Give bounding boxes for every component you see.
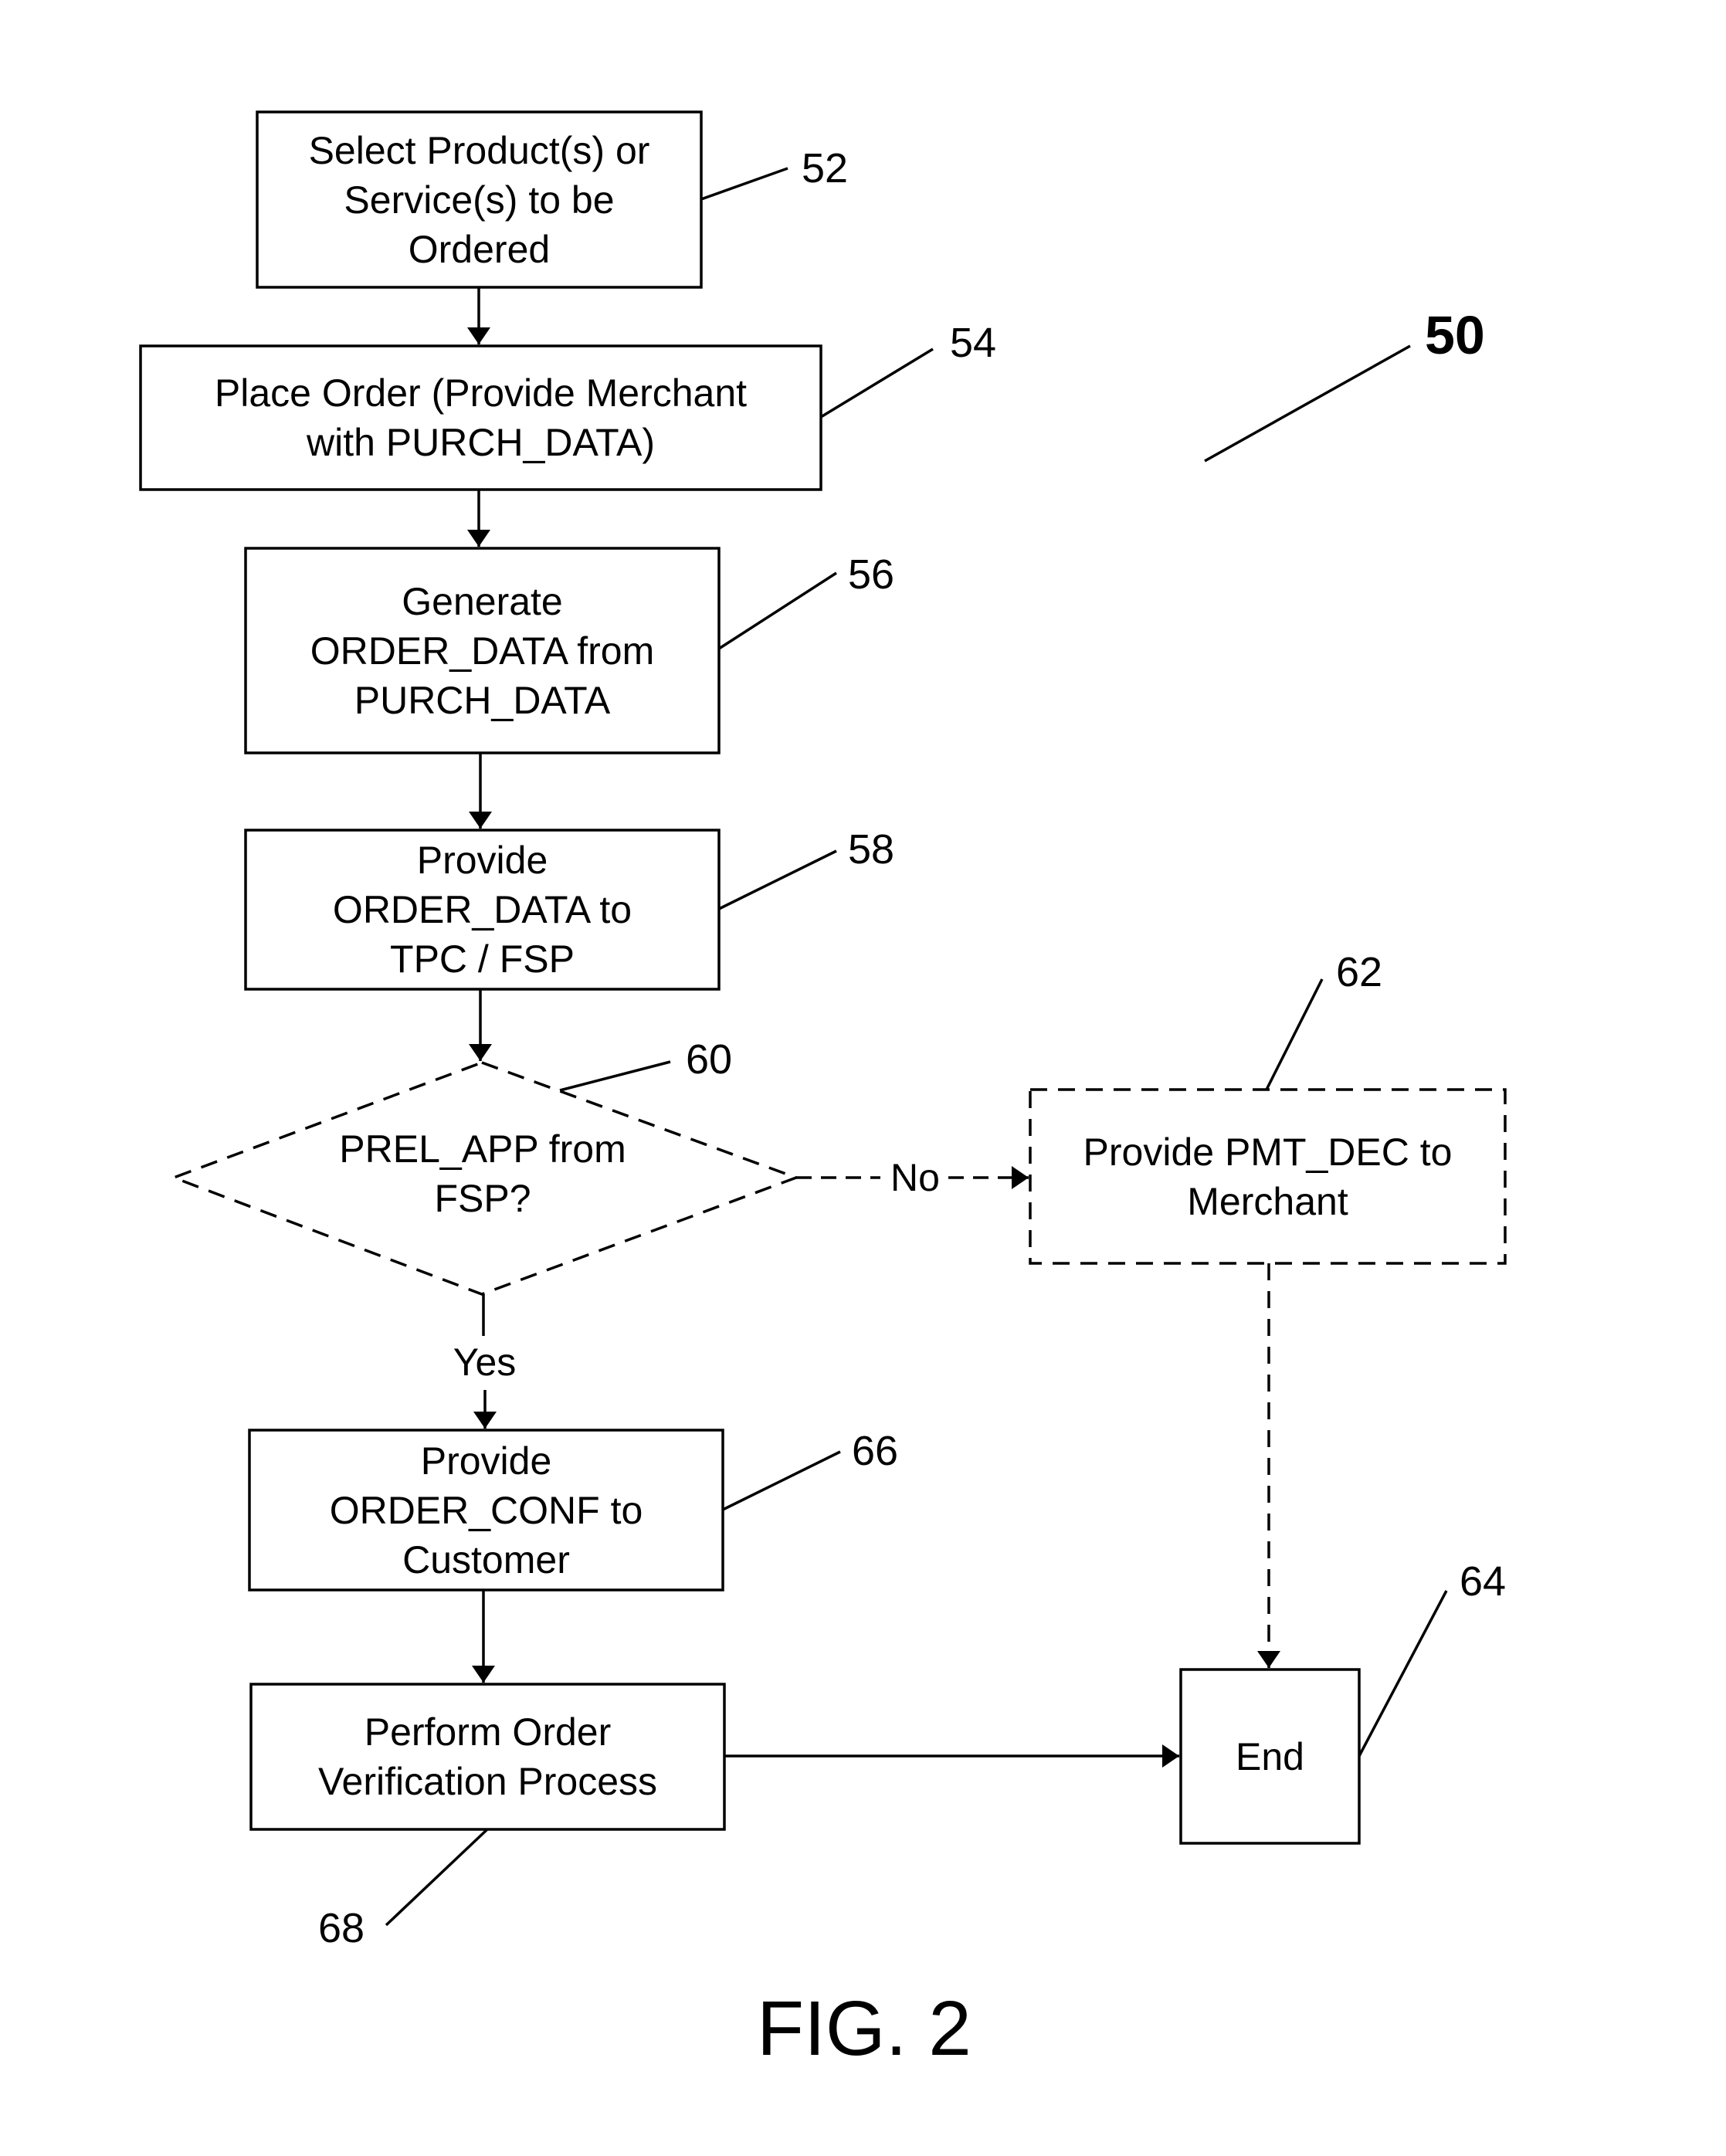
leader-56	[718, 571, 837, 650]
ref-50: 50	[1425, 305, 1485, 365]
step-58-label: Provide ORDER_DATA to TPC / FSP	[332, 839, 632, 981]
ref-60: 60	[686, 1036, 733, 1083]
branch-yes-label: Yes	[453, 1341, 517, 1384]
leader-50	[1204, 344, 1411, 463]
ref-52: 52	[802, 145, 849, 192]
step-62-label: Provide PMT_DEC to Merchant	[1083, 1130, 1453, 1223]
step-52-label: Select Product(s) or Service(s) to be Or…	[308, 128, 650, 271]
leader-58	[718, 849, 837, 910]
ref-56: 56	[848, 551, 895, 598]
ref-62: 62	[1336, 949, 1383, 995]
branch-no-label: No	[890, 1156, 940, 1199]
leader-64	[1358, 1590, 1448, 1757]
leader-52	[700, 167, 788, 201]
step-56-label: Generate ORDER_DATA from PURCH_DATA	[310, 579, 655, 722]
figure-caption: FIG. 2	[757, 1985, 972, 2072]
step-68-label: Perform Order Verification Process	[317, 1710, 658, 1803]
ref-68: 68	[318, 1905, 365, 1951]
leader-68	[385, 1828, 489, 1927]
leader-60	[559, 1060, 671, 1092]
step-54-label: Place Order (Provide Merchant with PURCH…	[214, 371, 748, 464]
leader-54	[820, 347, 934, 419]
ref-54: 54	[950, 320, 997, 366]
ref-64: 64	[1460, 1558, 1507, 1605]
ref-58: 58	[848, 826, 895, 873]
leader-62	[1265, 978, 1324, 1090]
leader-66	[722, 1450, 841, 1511]
decision-60-label: PREL_APP from FSP?	[339, 1127, 626, 1220]
step-66-label: Provide ORDER_CONF to Customer	[329, 1439, 643, 1581]
step-64-label: End	[1236, 1734, 1304, 1778]
ref-66: 66	[852, 1428, 899, 1474]
